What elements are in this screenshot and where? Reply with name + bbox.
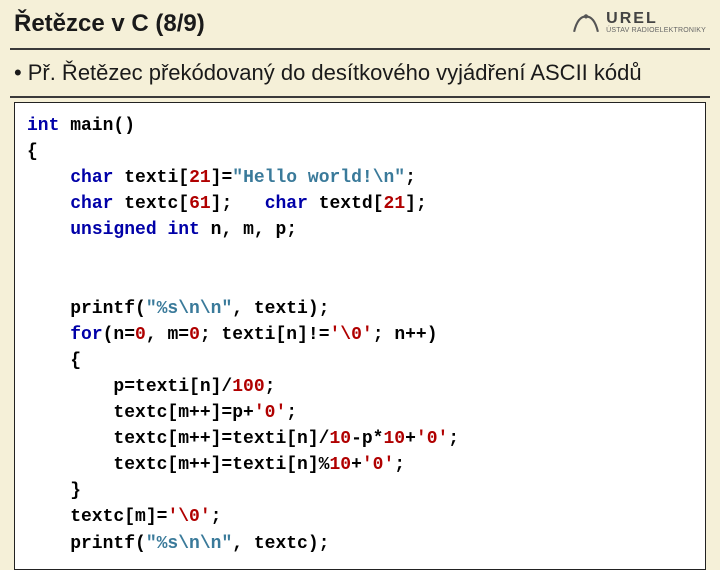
bullet-icon: •	[14, 60, 22, 85]
subtitle-text: Př. Řetězec překódovaný do desítkového v…	[28, 60, 642, 85]
logo-text: UREL ÚSTAV RADIOELEKTRONIKY	[606, 11, 706, 34]
logo: UREL ÚSTAV RADIOELEKTRONIKY	[572, 8, 706, 36]
slide-title: Řetězce v C (8/9)	[14, 10, 572, 38]
slide-header: Řetězce v C (8/9) UREL ÚSTAV RADIOELEKTR…	[0, 0, 720, 44]
logo-main: UREL	[606, 11, 706, 27]
subtitle-row: •Př. Řetězec překódovaný do desítkového …	[0, 44, 720, 92]
logo-icon	[572, 8, 600, 36]
divider-sub	[10, 96, 710, 98]
logo-sub: ÚSTAV RADIOELEKTRONIKY	[606, 27, 706, 34]
code-frame: int main() { char texti[21]="Hello world…	[14, 102, 706, 570]
code-block: int main() { char texti[21]="Hello world…	[27, 113, 693, 557]
slide-subtitle: •Př. Řetězec překódovaný do desítkového …	[14, 60, 642, 85]
